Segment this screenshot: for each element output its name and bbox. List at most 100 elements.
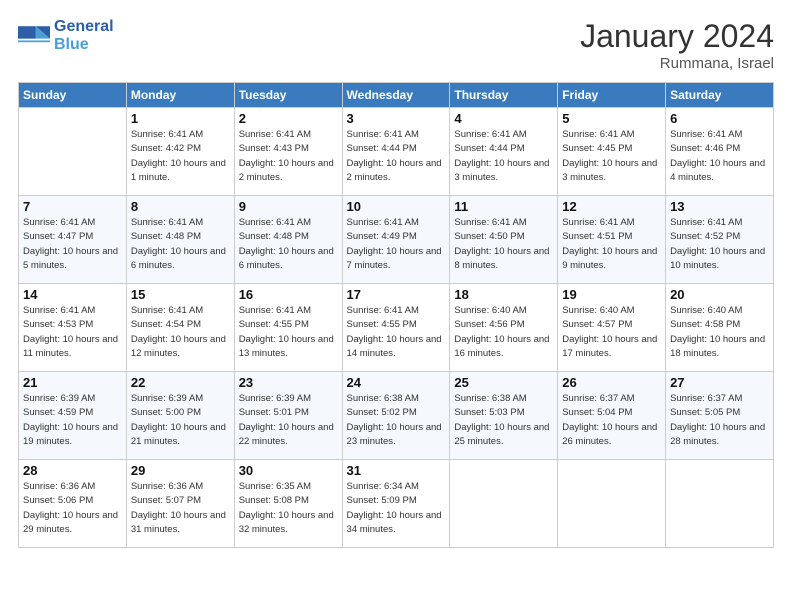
day-info: Sunrise: 6:39 AMSunset: 4:59 PMDaylight:…: [23, 392, 122, 449]
calendar-cell: 26Sunrise: 6:37 AMSunset: 5:04 PMDayligh…: [558, 372, 666, 460]
calendar-cell: 24 Sunrise: 6:38 AMSunset: 5:02 PMDayligh…: [342, 372, 450, 460]
day-info: Sunrise: 6:41 AMSunset: 4:48 PMDaylight:…: [239, 216, 338, 273]
day-info: Sunrise: 6:41 AMSunset: 4:44 PMDaylight:…: [454, 128, 553, 185]
calendar-cell: 15 Sunrise: 6:41 AMSunset: 4:54 PMDayligh…: [126, 284, 234, 372]
calendar-cell: [666, 460, 774, 548]
calendar-cell: 2Sunrise: 6:41 AMSunset: 4:43 PMDaylight…: [234, 108, 342, 196]
day-number: 6: [670, 111, 769, 126]
week-row-4: 21Sunrise: 6:39 AMSunset: 4:59 PMDayligh…: [19, 372, 774, 460]
week-row-3: 14Sunrise: 6:41 AMSunset: 4:53 PMDayligh…: [19, 284, 774, 372]
weekday-header-wednesday: Wednesday: [342, 83, 450, 108]
day-info: Sunrise: 6:39 AMSunset: 5:01 PMDaylight:…: [239, 392, 338, 449]
day-info: Sunrise: 6:41 AMSunset: 4:46 PMDaylight:…: [670, 128, 769, 185]
weekday-header-monday: Monday: [126, 83, 234, 108]
day-info: Sunrise: 6:41 AMSunset: 4:55 PMDaylight:…: [239, 304, 338, 361]
day-number: 20: [670, 287, 769, 302]
calendar-cell: 23 Sunrise: 6:39 AMSunset: 5:01 PMDayligh…: [234, 372, 342, 460]
title-block: January 2024 Rummana, Israel: [580, 18, 774, 72]
header: General Blue January 2024 Rummana, Israe…: [18, 18, 774, 72]
logo-text: General Blue: [54, 18, 114, 53]
day-number: 13: [670, 199, 769, 214]
calendar-cell: 4 Sunrise: 6:41 AMSunset: 4:44 PMDaylight…: [450, 108, 558, 196]
day-info: Sunrise: 6:40 AMSunset: 4:56 PMDaylight:…: [454, 304, 553, 361]
weekday-header-sunday: Sunday: [19, 83, 127, 108]
day-info: Sunrise: 6:41 AMSunset: 4:42 PMDaylight:…: [131, 128, 230, 185]
weekday-header-row: SundayMondayTuesdayWednesdayThursdayFrid…: [19, 83, 774, 108]
day-info: Sunrise: 6:35 AMSunset: 5:08 PMDaylight:…: [239, 480, 338, 537]
calendar-cell: 25 Sunrise: 6:38 AMSunset: 5:03 PMDayligh…: [450, 372, 558, 460]
calendar-cell: 7Sunrise: 6:41 AMSunset: 4:47 PMDaylight…: [19, 196, 127, 284]
day-info: Sunrise: 6:40 AMSunset: 4:58 PMDaylight:…: [670, 304, 769, 361]
weekday-header-tuesday: Tuesday: [234, 83, 342, 108]
calendar-cell: 19Sunrise: 6:40 AMSunset: 4:57 PMDayligh…: [558, 284, 666, 372]
calendar-cell: 21Sunrise: 6:39 AMSunset: 4:59 PMDayligh…: [19, 372, 127, 460]
week-row-1: 1 Sunrise: 6:41 AMSunset: 4:42 PMDaylight…: [19, 108, 774, 196]
calendar-cell: 17 Sunrise: 6:41 AMSunset: 4:55 PMDayligh…: [342, 284, 450, 372]
day-number: 22: [131, 375, 230, 390]
calendar-cell: [558, 460, 666, 548]
day-number: 25: [454, 375, 553, 390]
weekday-header-thursday: Thursday: [450, 83, 558, 108]
page: General Blue January 2024 Rummana, Israe…: [0, 0, 792, 612]
day-info: Sunrise: 6:37 AMSunset: 5:04 PMDaylight:…: [562, 392, 661, 449]
day-number: 1: [131, 111, 230, 126]
day-info: Sunrise: 6:38 AMSunset: 5:03 PMDaylight:…: [454, 392, 553, 449]
day-number: 30: [239, 463, 338, 478]
day-number: 10: [347, 199, 446, 214]
day-number: 28: [23, 463, 122, 478]
calendar-cell: [19, 108, 127, 196]
calendar-cell: 29 Sunrise: 6:36 AMSunset: 5:07 PMDayligh…: [126, 460, 234, 548]
day-info: Sunrise: 6:41 AMSunset: 4:54 PMDaylight:…: [131, 304, 230, 361]
day-number: 14: [23, 287, 122, 302]
day-number: 16: [239, 287, 338, 302]
calendar-cell: 27 Sunrise: 6:37 AMSunset: 5:05 PMDayligh…: [666, 372, 774, 460]
day-number: 29: [131, 463, 230, 478]
calendar-cell: 18 Sunrise: 6:40 AMSunset: 4:56 PMDayligh…: [450, 284, 558, 372]
calendar-cell: 13 Sunrise: 6:41 AMSunset: 4:52 PMDayligh…: [666, 196, 774, 284]
day-number: 8: [131, 199, 230, 214]
day-info: Sunrise: 6:39 AMSunset: 5:00 PMDaylight:…: [131, 392, 230, 449]
day-info: Sunrise: 6:34 AMSunset: 5:09 PMDaylight:…: [347, 480, 446, 537]
day-info: Sunrise: 6:41 AMSunset: 4:50 PMDaylight:…: [454, 216, 553, 273]
calendar-cell: 28Sunrise: 6:36 AMSunset: 5:06 PMDayligh…: [19, 460, 127, 548]
calendar-table: SundayMondayTuesdayWednesdayThursdayFrid…: [18, 82, 774, 548]
day-number: 24: [347, 375, 446, 390]
day-number: 17: [347, 287, 446, 302]
day-info: Sunrise: 6:37 AMSunset: 5:05 PMDaylight:…: [670, 392, 769, 449]
day-info: Sunrise: 6:41 AMSunset: 4:48 PMDaylight:…: [131, 216, 230, 273]
logo: General Blue: [18, 18, 114, 53]
calendar-cell: 14Sunrise: 6:41 AMSunset: 4:53 PMDayligh…: [19, 284, 127, 372]
day-number: 15: [131, 287, 230, 302]
calendar-cell: 31 Sunrise: 6:34 AMSunset: 5:09 PMDayligh…: [342, 460, 450, 548]
calendar-cell: 6 Sunrise: 6:41 AMSunset: 4:46 PMDaylight…: [666, 108, 774, 196]
calendar-cell: 8 Sunrise: 6:41 AMSunset: 4:48 PMDaylight…: [126, 196, 234, 284]
day-info: Sunrise: 6:36 AMSunset: 5:07 PMDaylight:…: [131, 480, 230, 537]
calendar-cell: 10 Sunrise: 6:41 AMSunset: 4:49 PMDayligh…: [342, 196, 450, 284]
day-number: 27: [670, 375, 769, 390]
day-info: Sunrise: 6:41 AMSunset: 4:47 PMDaylight:…: [23, 216, 122, 273]
calendar-cell: 30 Sunrise: 6:35 AMSunset: 5:08 PMDayligh…: [234, 460, 342, 548]
day-number: 11: [454, 199, 553, 214]
calendar-cell: 3Sunrise: 6:41 AMSunset: 4:44 PMDaylight…: [342, 108, 450, 196]
calendar-cell: 12 Sunrise: 6:41 AMSunset: 4:51 PMDayligh…: [558, 196, 666, 284]
day-number: 23: [239, 375, 338, 390]
day-info: Sunrise: 6:41 AMSunset: 4:52 PMDaylight:…: [670, 216, 769, 273]
month-title: January 2024: [580, 18, 774, 55]
day-info: Sunrise: 6:38 AMSunset: 5:02 PMDaylight:…: [347, 392, 446, 449]
day-info: Sunrise: 6:40 AMSunset: 4:57 PMDaylight:…: [562, 304, 661, 361]
day-number: 18: [454, 287, 553, 302]
day-number: 4: [454, 111, 553, 126]
calendar-cell: 11 Sunrise: 6:41 AMSunset: 4:50 PMDayligh…: [450, 196, 558, 284]
day-number: 31: [347, 463, 446, 478]
calendar-cell: 20 Sunrise: 6:40 AMSunset: 4:58 PMDayligh…: [666, 284, 774, 372]
day-info: Sunrise: 6:41 AMSunset: 4:51 PMDaylight:…: [562, 216, 661, 273]
day-info: Sunrise: 6:41 AMSunset: 4:55 PMDaylight:…: [347, 304, 446, 361]
day-info: Sunrise: 6:41 AMSunset: 4:49 PMDaylight:…: [347, 216, 446, 273]
day-info: Sunrise: 6:41 AMSunset: 4:43 PMDaylight:…: [239, 128, 338, 185]
day-info: Sunrise: 6:41 AMSunset: 4:44 PMDaylight:…: [347, 128, 446, 185]
calendar-cell: 5Sunrise: 6:41 AMSunset: 4:45 PMDaylight…: [558, 108, 666, 196]
logo-icon: [18, 22, 50, 50]
week-row-5: 28Sunrise: 6:36 AMSunset: 5:06 PMDayligh…: [19, 460, 774, 548]
calendar-cell: 9Sunrise: 6:41 AMSunset: 4:48 PMDaylight…: [234, 196, 342, 284]
day-number: 12: [562, 199, 661, 214]
